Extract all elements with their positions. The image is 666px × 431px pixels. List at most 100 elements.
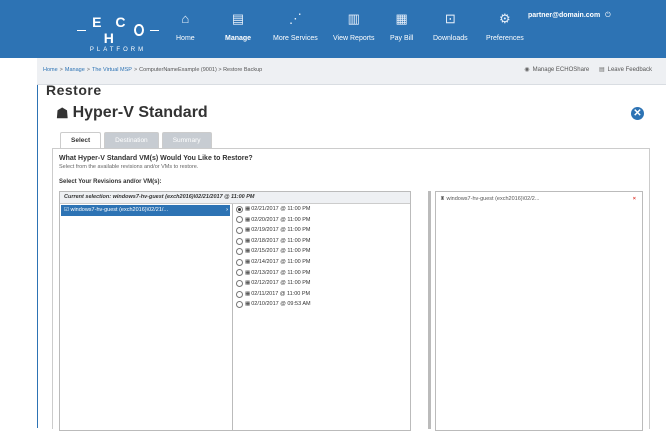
power-icon[interactable]: ⏻ (605, 12, 611, 19)
calendar-icon: ▦ (245, 216, 251, 223)
revision-item[interactable]: ▦ 02/18/2017 @ 11:00 PM (236, 236, 406, 247)
home-icon: ⌂ (181, 11, 190, 26)
breadcrumb-actions: ◉ Manage ECHOShare ▤ Leave Feedback (524, 66, 652, 73)
revision-item[interactable]: ▦ 02/19/2017 @ 11:00 PM (236, 225, 406, 236)
panel-title-text: Hyper-V Standard (72, 104, 208, 121)
calendar-icon: ▦ (245, 206, 251, 212)
revision-select-label: Select Your Revisions and/or VM(s): (59, 179, 162, 185)
revision-radio[interactable] (236, 279, 243, 287)
calendar-icon: ▦ (245, 301, 251, 308)
pane-splitter[interactable] (428, 191, 431, 429)
revision-radio[interactable] (236, 269, 243, 277)
revision-item[interactable]: ▦ 02/14/2017 @ 11:00 PM (236, 257, 406, 268)
revision-label: 02/13/2017 @ 11:00 PM (251, 269, 311, 276)
nav-home[interactable]: ⌂ Home (176, 10, 195, 42)
main-content: Restore ☗ Hyper-V Standard ✕ Select Dest… (38, 82, 666, 431)
revision-label: 02/18/2017 @ 11:00 PM (251, 237, 311, 244)
revision-label: 02/15/2017 @ 11:00 PM (251, 248, 311, 255)
logo-text: E C H (92, 14, 131, 46)
revision-item[interactable]: ▦ 02/10/2017 @ 09:53 AM (236, 299, 406, 310)
restore-question: What Hyper-V Standard VM(s) Would You Li… (59, 155, 253, 162)
calendar-icon: ▦ (245, 269, 251, 276)
logo-line-left (77, 29, 87, 31)
nav-manage[interactable]: ▤ Manage (225, 10, 251, 42)
revision-item[interactable]: ▦ 02/21/2017 @ 11:00 PM (236, 204, 406, 215)
nav-more-services[interactable]: ⋰ More Services (273, 10, 318, 42)
manage-icon: ▤ (231, 11, 245, 26)
current-selection: Current selection: windows7-hv-guest (ex… (60, 192, 410, 204)
remove-icon[interactable]: × (633, 196, 636, 202)
nav-view-reports[interactable]: ▥ View Reports (333, 10, 375, 42)
user-email: partner@domain.com (528, 12, 601, 19)
selected-item-label: windows7-hv-guest (exch2016)\02/2... (446, 196, 540, 202)
tab-body: What Hyper-V Standard VM(s) Would You Li… (52, 148, 650, 431)
revision-label: 02/10/2017 @ 09:53 AM (251, 301, 311, 308)
close-icon[interactable]: ✕ (631, 107, 644, 120)
breadcrumb-manage[interactable]: Manage (65, 67, 85, 73)
revision-radio[interactable] (236, 248, 243, 256)
restore-subtext: Select from the available revisions and/… (59, 164, 199, 170)
nav-pay-bill[interactable]: ▦ Pay Bill (390, 10, 413, 42)
revision-list: ▦ 02/21/2017 @ 11:00 PM ▦ 02/20/2017 @ 11:0… (236, 204, 406, 310)
breadcrumb-separator: > (133, 67, 138, 73)
revision-item[interactable]: ▦ 02/13/2017 @ 11:00 PM (236, 268, 406, 279)
calendar-icon: ▦ (245, 227, 251, 234)
checkbox-icon[interactable]: ☑ (64, 207, 69, 213)
user-menu[interactable]: partner@domain.com ⏻ (528, 12, 611, 20)
selected-item: ♜ windows7-hv-guest (exch2016)\02/2... × (440, 196, 636, 202)
nav-downloads-label: Downloads (433, 35, 468, 42)
revision-item[interactable]: ▦ 02/20/2017 @ 11:00 PM (236, 215, 406, 226)
manage-echoshare-link[interactable]: Manage ECHOShare (533, 67, 590, 73)
restore-tabs: Select Destination Summary (60, 132, 215, 149)
revision-label: 02/19/2017 @ 11:00 PM (251, 227, 311, 234)
nav-preferences-label: Preferences (486, 35, 524, 42)
revision-radio[interactable] (236, 205, 243, 213)
breadcrumb-home[interactable]: Home (43, 67, 58, 73)
tab-destination[interactable]: Destination (104, 132, 159, 149)
downloads-icon: ⊡ (444, 11, 456, 26)
revision-item[interactable]: ▦ 02/12/2017 @ 11:00 PM (236, 278, 406, 289)
leave-feedback-link[interactable]: Leave Feedback (608, 67, 652, 73)
breadcrumb: Home > Manage > The Virtual MSP > ComputerName… (43, 67, 262, 73)
revision-label: 02/20/2017 @ 11:00 PM (251, 216, 311, 223)
nav-more-services-label: More Services (273, 35, 318, 42)
breadcrumb-separator: > (59, 67, 63, 73)
reports-icon: ▥ (347, 11, 360, 26)
vm-row-selected[interactable]: ☑ windows7-hv-guest (exch2016)\02/21/...… (61, 205, 230, 216)
revision-radio[interactable] (236, 258, 243, 266)
revision-browser: Current selection: windows7-hv-guest (ex… (59, 191, 411, 431)
logo-line-right (149, 29, 159, 31)
breadcrumb-virtual-msp[interactable]: The Virtual MSP (92, 67, 132, 73)
selected-items-panel: ♜ windows7-hv-guest (exch2016)\02/2... × (435, 191, 643, 431)
tab-select[interactable]: Select (60, 132, 102, 149)
calendar-icon: ▦ (245, 258, 251, 265)
calendar-icon: ▦ (245, 290, 251, 297)
tab-summary[interactable]: Summary (161, 132, 212, 149)
revision-radio[interactable] (236, 226, 243, 234)
nav-view-reports-label: View Reports (333, 35, 375, 42)
preferences-icon: ⚙ (499, 11, 511, 26)
nav-manage-label: Manage (225, 35, 252, 42)
nav-pay-bill-label: Pay Bill (390, 35, 414, 42)
panel-title: ☗ Hyper-V Standard (56, 104, 208, 122)
top-navigation-bar: E C H PLATFORM ⌂ Home ▤ Manage ⋰ More Se… (0, 0, 666, 58)
services-icon: ⋰ (288, 11, 302, 26)
nav-downloads[interactable]: ⊡ Downloads (433, 10, 468, 42)
revision-item[interactable]: ▦ 02/11/2017 @ 11:00 PM (236, 289, 406, 300)
revision-radio[interactable] (236, 301, 243, 309)
chevron-right-icon[interactable]: › (226, 205, 228, 216)
revision-item[interactable]: ▦ 02/15/2017 @ 11:00 PM (236, 246, 406, 257)
calendar-icon: ▦ (245, 248, 251, 255)
bill-icon: ▦ (395, 11, 408, 26)
nav-preferences[interactable]: ⚙ Preferences (486, 10, 524, 42)
logo-subtitle: PLATFORM (89, 47, 147, 53)
revision-radio[interactable] (236, 290, 243, 298)
nav-home-label: Home (176, 35, 195, 42)
vm-row-label: windows7-hv-guest (exch2016)\02/21/... (70, 207, 168, 213)
revision-radio[interactable] (236, 237, 243, 245)
breadcrumb-bar: Home > Manage > The Virtual MSP > ComputerName… (37, 58, 666, 85)
revision-label: 02/11/2017 @ 11:00 PM (251, 290, 311, 297)
revision-radio[interactable] (236, 216, 243, 224)
calendar-icon: ▦ (245, 237, 251, 244)
echo-platform-logo[interactable]: E C H PLATFORM (73, 14, 163, 53)
